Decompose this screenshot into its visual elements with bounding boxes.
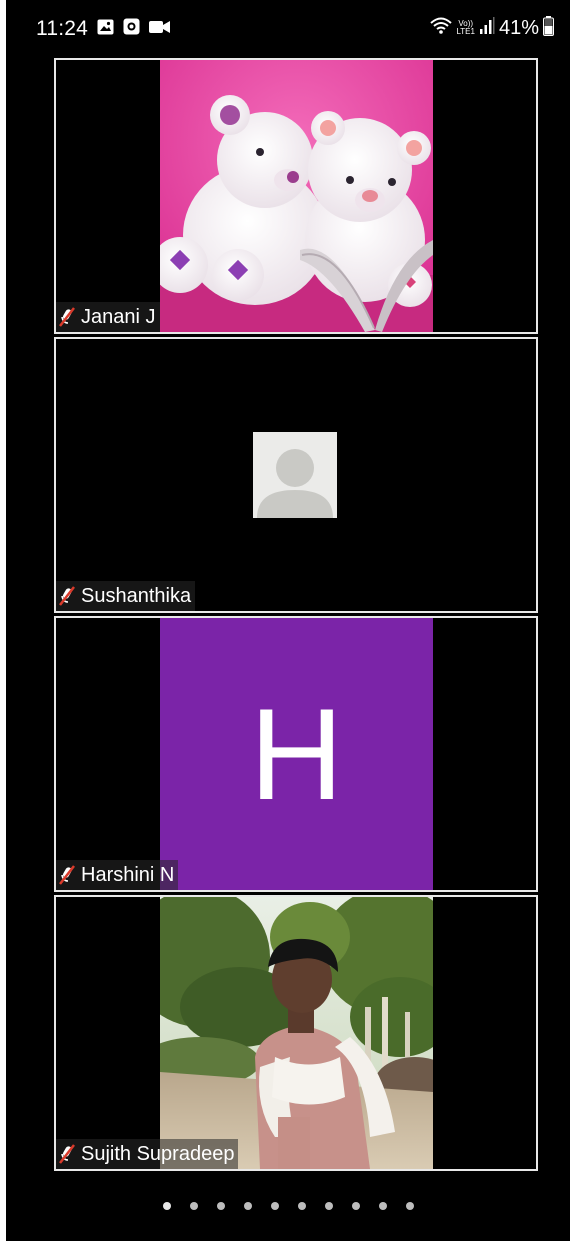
page-dot[interactable] (162, 1202, 171, 1210)
teddy-bear-video (160, 60, 433, 332)
participant-tile-harshini[interactable]: H Harshini N (54, 616, 538, 892)
participant-name-label: Sushanthika (56, 581, 196, 611)
signal-icon (479, 16, 495, 40)
video-call-screen: 11:24 Vo)) LTE1 41% Janani J Sushanthika… (6, 0, 570, 1241)
default-avatar (253, 432, 337, 518)
page-dot[interactable] (405, 1202, 414, 1210)
wifi-calling-icon (430, 16, 453, 41)
battery-percent: 41% (498, 16, 539, 39)
participant-name: Janani J (81, 305, 156, 328)
participant-name: Sujith Supradeep (81, 1142, 235, 1165)
mic-muted-icon (58, 864, 76, 886)
video-camera-icon (149, 20, 170, 39)
page-indicator[interactable] (6, 1202, 570, 1210)
outdoor-portrait-video (160, 897, 433, 1169)
record-icon (123, 18, 140, 40)
participant-name: Sushanthika (81, 584, 192, 607)
participant-name: Harshini N (81, 863, 175, 886)
participant-tile-sujith[interactable]: Sujith Supradeep (54, 895, 538, 1171)
page-dot[interactable] (270, 1202, 279, 1210)
status-system-icons: Vo)) LTE1 41% (430, 15, 554, 41)
status-bar: 11:24 Vo)) LTE1 41% (6, 0, 570, 62)
page-dot[interactable] (351, 1202, 360, 1210)
mic-muted-icon (58, 585, 76, 607)
participant-tile-sushanthika[interactable]: Sushanthika (54, 337, 538, 613)
page-dot[interactable] (297, 1202, 306, 1210)
lte-label: LTE1 (456, 27, 475, 36)
initial-avatar: H (160, 618, 433, 890)
status-notification-icons (97, 18, 170, 40)
page-dot[interactable] (189, 1202, 198, 1210)
participant-name-label: Janani J (56, 302, 160, 332)
battery-icon (543, 15, 554, 41)
page-dot[interactable] (216, 1202, 225, 1210)
page-dot[interactable] (324, 1202, 333, 1210)
avatar-initial: H (249, 681, 344, 827)
mic-muted-icon (58, 306, 76, 328)
page-dot[interactable] (378, 1202, 387, 1210)
participant-name-label: Sujith Supradeep (56, 1139, 239, 1169)
lte-indicator: Vo)) LTE1 (456, 20, 475, 36)
page-dot[interactable] (243, 1202, 252, 1210)
participant-name-label: Harshini N (56, 860, 179, 890)
gallery-icon (97, 19, 114, 40)
mic-muted-icon (58, 1143, 76, 1165)
participant-tile-janani[interactable]: Janani J (54, 58, 538, 334)
status-time: 11:24 (36, 17, 88, 40)
